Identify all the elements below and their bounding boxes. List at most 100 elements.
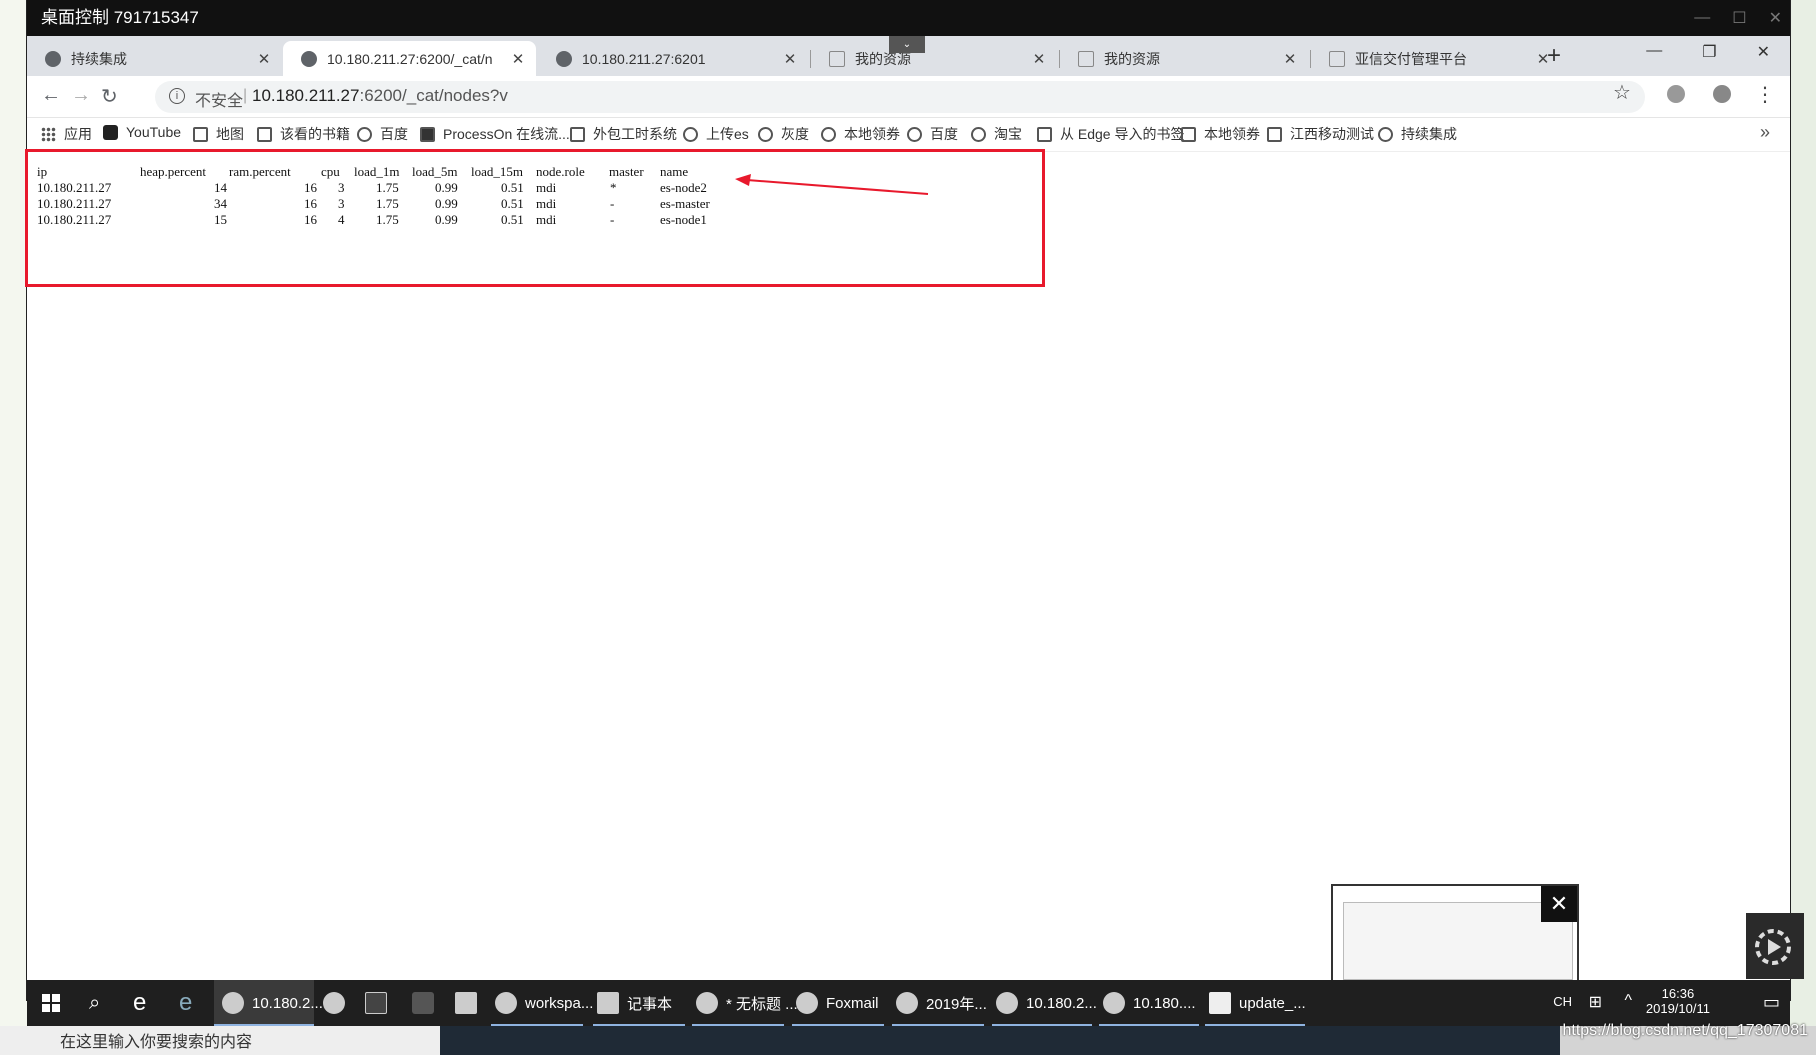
taskbar-item-2019[interactable]: 2019年... <box>892 980 987 1026</box>
elastic-icon <box>301 50 317 67</box>
media-player-button[interactable] <box>1746 913 1804 979</box>
chevron-up-icon[interactable]: ^ <box>1624 992 1632 1010</box>
clock[interactable]: 16:36 2019/10/11 <box>1646 986 1710 1016</box>
bookmark-edge-import[interactable]: 从 Edge 导入的书签 <box>1037 124 1184 144</box>
tab-2[interactable]: 10.180.211.27:6201 ✕ <box>538 41 808 76</box>
sogou-icon[interactable] <box>323 980 353 1026</box>
forward-icon[interactable]: → <box>71 84 91 107</box>
tab-4[interactable]: 我的资源 ✕ <box>1060 41 1308 76</box>
browser-minimize-icon[interactable]: — <box>1646 42 1662 62</box>
tab-close-icon[interactable]: ✕ <box>1029 50 1049 68</box>
chrome-icon <box>222 992 244 1014</box>
omnibox-divider: | <box>243 87 248 104</box>
bookmark-processon[interactable]: ProcessOn 在线流... <box>420 124 570 144</box>
bookmark-baidu[interactable]: 百度 <box>357 124 408 144</box>
info-icon[interactable]: i <box>169 88 185 104</box>
ime-mode-icon[interactable]: ⊞ <box>1589 992 1602 1012</box>
taskbar-item-untitled[interactable]: * 无标题 ... <box>692 980 798 1026</box>
extension-icon[interactable] <box>1667 85 1685 103</box>
menu-icon[interactable]: ⋮ <box>1755 82 1775 107</box>
cell: 10.180.211.27 <box>37 196 112 211</box>
bookmark-star-icon[interactable]: ☆ <box>1613 80 1631 105</box>
tab-close-icon[interactable]: ✕ <box>508 50 528 68</box>
taskbar-label: * 无标题 ... <box>726 995 798 1013</box>
bookmark-worktime[interactable]: 外包工时系统 <box>570 124 677 144</box>
cell: * <box>610 180 617 195</box>
browser-close-icon[interactable]: ✕ <box>1757 42 1770 62</box>
bookmarks-overflow-icon[interactable]: » <box>1760 122 1770 143</box>
bookmark-upload-es[interactable]: 上传es <box>683 124 749 144</box>
address-bar[interactable]: i 不安全 | 10.180.211.27:6200/_cat/nodes?v <box>155 81 1645 113</box>
cell: - <box>610 196 615 211</box>
bookmark-label: 灰度 <box>781 126 809 142</box>
minimize-icon[interactable]: — <box>1694 9 1710 27</box>
bookmark-apps[interactable]: 应用 <box>41 124 92 144</box>
close-icon[interactable]: ✕ <box>1769 8 1782 28</box>
cell: 14 <box>214 180 227 195</box>
thumbnail-image <box>1343 902 1573 980</box>
bookmark-label: 江西移动测试 <box>1290 126 1374 142</box>
taskbar-item-remote-1[interactable]: 10.180.2... <box>992 980 1097 1026</box>
tab-1-active[interactable]: 10.180.211.27:6200/_cat/n ✕ <box>283 41 536 76</box>
screen: 桌面控制 791715347 — ☐ ✕ 持续集成 ✕ 10.180.211.2… <box>0 0 1816 1055</box>
tab-0[interactable]: 持续集成 ✕ <box>27 41 282 76</box>
youdao-icon[interactable] <box>412 980 442 1026</box>
apps-grid-icon <box>41 126 56 142</box>
taskbar-item-workspace[interactable]: workspa... <box>491 980 593 1026</box>
browser-toolbar: ← → ↻ i 不安全 | 10.180.211.27:6200/_cat/no… <box>27 76 1790 118</box>
reload-icon[interactable]: ↻ <box>101 84 118 109</box>
reader-icon[interactable] <box>455 980 485 1026</box>
taskbar-item-notepad[interactable]: 记事本 <box>593 980 685 1026</box>
insecure-label: 不安全 <box>195 93 244 110</box>
terminal-logo <box>365 992 387 1014</box>
url-text[interactable]: 10.180.211.27:6200/_cat/nodes?v <box>252 86 508 106</box>
remote-desktop-window: 桌面控制 791715347 — ☐ ✕ 持续集成 ✕ 10.180.211.2… <box>25 0 1804 1000</box>
taskbar-item-remote-2[interactable]: 10.180.... <box>1099 980 1199 1026</box>
bookmark-baidu-2[interactable]: 百度 <box>907 124 958 144</box>
maximize-icon[interactable]: ☐ <box>1732 8 1746 28</box>
cell: es-master <box>660 196 710 211</box>
back-icon[interactable]: ← <box>41 84 61 107</box>
bookmark-ci[interactable]: 持续集成 <box>1378 124 1457 144</box>
bookmark-jiangxi[interactable]: 江西移动测试 <box>1267 124 1374 144</box>
tab-3[interactable]: 我的资源 ✕ <box>811 41 1057 76</box>
bookmark-label: 淘宝 <box>994 126 1022 142</box>
cell: 34 <box>214 196 227 211</box>
terminal-icon[interactable] <box>365 980 395 1026</box>
col-header: ip <box>37 164 48 179</box>
profile-avatar[interactable] <box>1713 85 1731 103</box>
taskbar-item-chrome[interactable]: 10.180.2... <box>214 980 323 1026</box>
thumbnail-close-icon[interactable]: ✕ <box>1541 886 1577 922</box>
cell: 0.99 <box>435 180 458 195</box>
start-button[interactable] <box>41 980 71 1026</box>
ie-icon[interactable]: e <box>133 980 146 1026</box>
tab-close-icon[interactable]: ✕ <box>1280 50 1300 68</box>
tab-close-icon[interactable]: ✕ <box>780 50 800 68</box>
page-content: ip heap.percent ram.percent cpu load_1m … <box>25 149 1790 978</box>
new-tab-icon[interactable]: + <box>1547 42 1561 70</box>
bookmark-local-coupon[interactable]: 本地领券 <box>821 124 900 144</box>
search-icon[interactable]: ⌕ <box>89 980 100 1026</box>
bookmark-books[interactable]: 该看的书籍 <box>257 124 350 144</box>
browser-restore-icon[interactable]: ❐ <box>1702 42 1716 62</box>
col-header: load_15m <box>471 164 523 179</box>
tab-close-icon[interactable]: ✕ <box>254 50 274 68</box>
edge-icon[interactable]: e <box>179 980 192 1026</box>
tab-5[interactable]: 亚信交付管理平台 ✕ <box>1311 41 1561 76</box>
bookmark-local-coupon-2[interactable]: 本地领券 <box>1181 124 1260 144</box>
bookmark-youtube[interactable]: YouTube <box>103 124 181 140</box>
globe-icon <box>45 50 61 67</box>
notification-icon[interactable]: ▭ <box>1763 992 1780 1013</box>
taskbar-item-foxmail[interactable]: Foxmail <box>792 980 884 1026</box>
bookmark-label: 应用 <box>64 126 92 142</box>
bookmark-taobao[interactable]: 淘宝 <box>971 124 1022 144</box>
bookmark-gray[interactable]: 灰度 <box>758 124 809 144</box>
bookmark-maps[interactable]: 地图 <box>193 124 244 144</box>
window-thumbnail-preview[interactable]: ✕ <box>1331 884 1579 982</box>
tab-dropdown-icon[interactable]: ⌄ <box>889 36 925 53</box>
bookmark-label: 从 Edge 导入的书签 <box>1060 126 1185 142</box>
tab-title: 亚信交付管理平台 <box>1355 50 1467 67</box>
ime-indicator[interactable]: CH <box>1553 994 1572 1009</box>
taskbar-item-update[interactable]: update_... <box>1205 980 1306 1026</box>
local-search-box[interactable]: 在这里输入你要搜索的内容 <box>0 1026 440 1055</box>
